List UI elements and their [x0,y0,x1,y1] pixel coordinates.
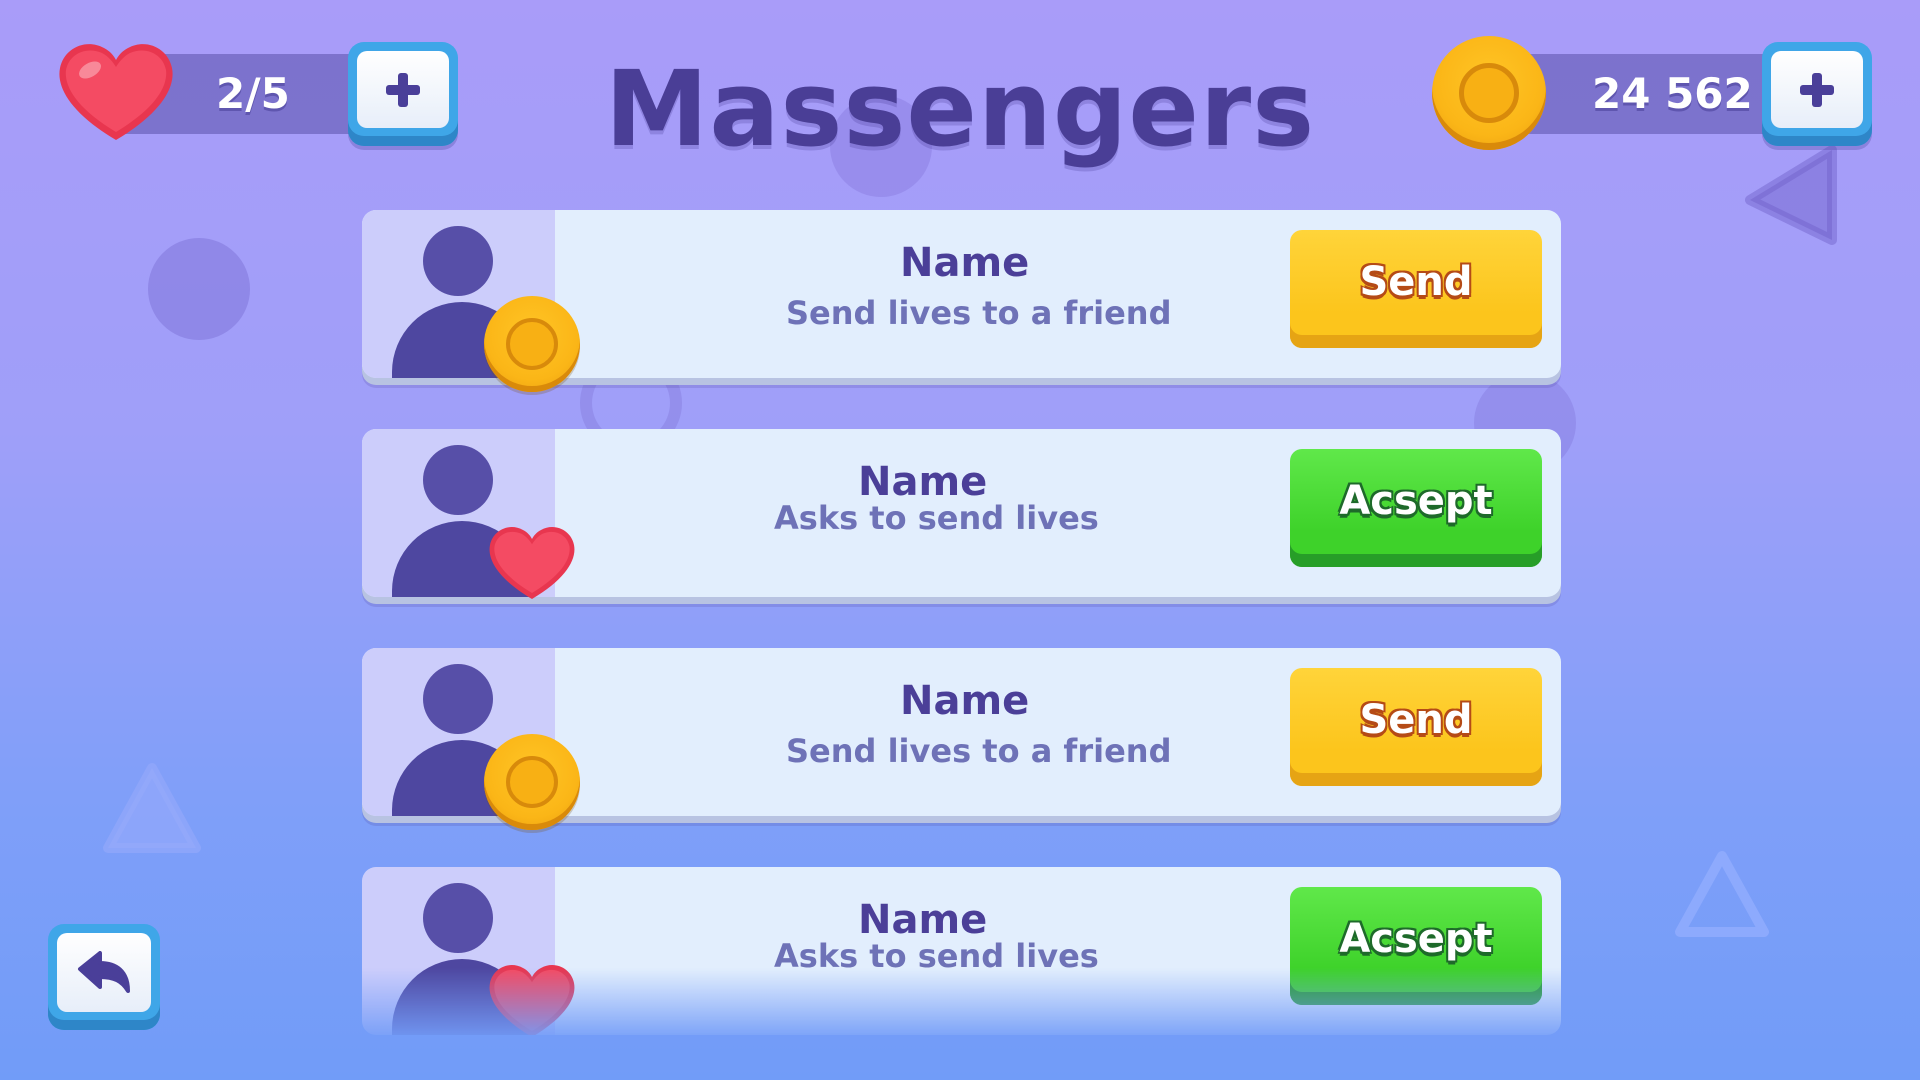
avatar-icon [423,883,493,953]
plus-icon [1800,72,1834,107]
bg-decoration-triangle [103,763,201,853]
heart-icon [489,527,575,599]
coin-icon [484,734,580,830]
message-card: Name Send lives to a friend Send [362,648,1561,830]
add-coins-button[interactable] [1762,42,1872,146]
bg-decoration-triangle [1675,851,1769,937]
send-button[interactable]: Send [1290,230,1542,348]
message-card: Name Send lives to a friend Send [362,210,1561,392]
bg-decoration-circle [148,238,250,340]
back-button[interactable] [48,924,160,1030]
send-button[interactable]: Send [1290,668,1542,786]
message-text: Send lives to a friend [786,732,1172,770]
accept-button[interactable]: Acsept [1290,887,1542,1005]
message-text: Send lives to a friend [786,294,1172,332]
coins-count: 24 562 [1592,69,1753,118]
avatar-icon [423,445,493,515]
coin-icon [484,296,580,392]
friend-name: Name [900,240,1030,286]
message-card: Name Asks to send lives Acsept [362,867,1561,1037]
message-text: Asks to send lives [774,937,1099,975]
message-text: Asks to send lives [774,499,1099,537]
accept-button[interactable]: Acsept [1290,449,1542,567]
coin-icon [1432,36,1546,150]
avatar-icon [423,664,493,734]
avatar-icon [423,226,493,296]
heart-icon [489,965,575,1037]
message-card: Name Asks to send lives Acsept [362,429,1561,599]
friend-name: Name [900,678,1030,724]
back-arrow-icon [78,950,130,993]
